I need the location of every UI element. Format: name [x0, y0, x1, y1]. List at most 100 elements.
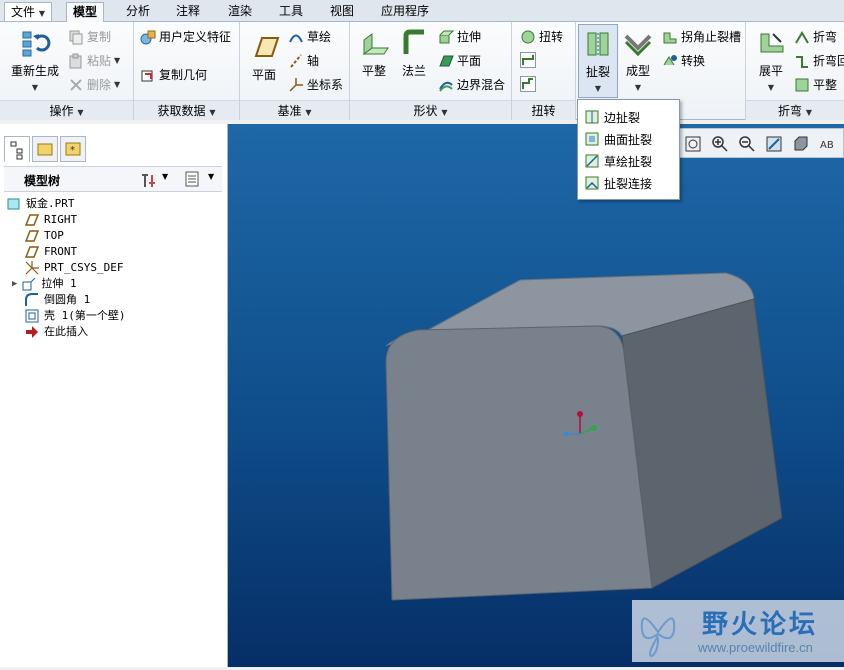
tree-node-csys[interactable]: PRT_CSYS_DEF	[6, 260, 126, 276]
unbend-button[interactable]: 展平 ▼	[750, 28, 792, 93]
tab-analysis[interactable]: 分析	[120, 2, 156, 22]
convert-button[interactable]: 转换	[662, 52, 705, 69]
tree-node-label: 在此插入	[44, 325, 88, 338]
tab-tools[interactable]: 工具	[273, 2, 309, 22]
tree-node-round[interactable]: 倒圆角 1	[6, 292, 126, 308]
bend-button[interactable]: 折弯	[794, 28, 837, 45]
chevron-down-icon[interactable]: ▼	[162, 172, 168, 181]
chevron-down-icon: ▼	[209, 108, 216, 117]
delete-button[interactable]: 删除 ▼	[68, 76, 120, 93]
chevron-down-icon: ▼	[31, 83, 39, 92]
flat-wall-button[interactable]: 平整	[354, 28, 394, 79]
twist-button[interactable]: 扭转	[520, 28, 563, 45]
extend-wall-button[interactable]	[520, 52, 536, 68]
menu-item-edge-rip[interactable]: 边扯裂	[584, 108, 640, 126]
menu-item-surface-rip[interactable]: 曲面扯裂	[584, 130, 652, 148]
tab-apps[interactable]: 应用程序	[375, 2, 435, 22]
chevron-down-icon[interactable]: ▼	[208, 172, 214, 181]
menu-item-sketch-rip[interactable]: 草绘扯裂	[584, 152, 652, 170]
menu-item-rip-connect[interactable]: 扯裂连接	[584, 174, 652, 192]
tree-node-right[interactable]: RIGHT	[6, 212, 126, 228]
datum-plane-label: 平面	[251, 68, 276, 82]
watermark-title: 野火论坛	[702, 610, 819, 640]
display-style-icon[interactable]	[791, 134, 811, 154]
datum-plane-icon	[24, 228, 40, 244]
unbend-icon	[755, 28, 787, 58]
csys-button[interactable]: 坐标系	[288, 76, 343, 93]
group-getdata: 用户定义特征 复制几何 获取数据 ▼	[134, 22, 240, 120]
group-shapes-label[interactable]: 形状 ▼	[350, 100, 511, 120]
tree-node-label: 拉伸 1	[41, 277, 77, 290]
tab-view[interactable]: 视图	[324, 2, 360, 22]
tree-node-insert-here[interactable]: 在此插入	[6, 324, 126, 340]
rip-connect-icon	[584, 175, 600, 191]
extrude-button[interactable]: 拉伸	[438, 28, 481, 45]
copy-button[interactable]: 复制	[68, 28, 111, 45]
zoom-out-icon[interactable]	[737, 134, 757, 154]
group-twist-label[interactable]: 扭转	[512, 100, 575, 120]
paste-button[interactable]: 粘贴 ▼	[68, 52, 120, 69]
repaint-icon[interactable]	[764, 134, 784, 154]
group-getdata-label[interactable]: 获取数据 ▼	[134, 100, 239, 120]
zoom-in-icon[interactable]	[710, 134, 730, 154]
insert-arrow-icon	[24, 324, 40, 340]
datum-plane-icon	[24, 244, 40, 260]
axis-button[interactable]: 轴	[288, 52, 319, 69]
axis-icon	[288, 53, 304, 69]
tab-favorites[interactable]: *	[60, 136, 86, 162]
rip-button[interactable]: 扯裂 ▼	[578, 24, 618, 98]
datum-plane-button[interactable]: 平面	[244, 32, 284, 83]
tab-file-label: 文件	[11, 5, 36, 19]
tree-node-front[interactable]: FRONT	[6, 244, 126, 260]
graphics-viewport[interactable]	[228, 124, 844, 667]
copy-label: 复制	[87, 30, 112, 44]
expand-icon[interactable]: ▶	[12, 276, 17, 292]
group-operations-label[interactable]: 操作 ▼	[0, 100, 133, 120]
flatten-button[interactable]: 平整	[794, 76, 837, 93]
form-button[interactable]: 成型 ▼	[618, 28, 658, 93]
csys-label: 坐标系	[307, 78, 344, 92]
group-operations-title: 操作	[49, 104, 74, 118]
csys-icon	[24, 260, 40, 276]
tree-node-shell[interactable]: 壳 1(第一个壁)	[6, 308, 126, 324]
tab-model-tree[interactable]	[4, 136, 30, 162]
extrude-icon	[21, 276, 37, 292]
tree-node-label: 钣金.PRT	[26, 197, 75, 210]
corner-relief-button[interactable]: 拐角止裂槽	[662, 28, 741, 45]
show-list-icon[interactable]	[184, 170, 200, 191]
tab-annotate[interactable]: 注释	[170, 2, 206, 22]
refit-icon[interactable]	[683, 134, 703, 154]
menu-item-label: 扯裂连接	[604, 176, 653, 191]
copy-geometry-button[interactable]: 复制几何	[140, 66, 207, 83]
tab-file[interactable]: 文件 ▼	[4, 2, 52, 22]
tab-render[interactable]: 渲染	[222, 2, 258, 22]
twist-icon	[520, 29, 536, 45]
tree-node-top[interactable]: TOP	[6, 228, 126, 244]
udf-button[interactable]: 用户定义特征	[140, 28, 231, 45]
bend-label: 折弯	[813, 30, 838, 44]
plane-wall-icon	[438, 53, 454, 69]
settings-icon[interactable]	[140, 171, 160, 192]
tab-model[interactable]: 模型	[66, 2, 105, 23]
sketch-button[interactable]: 草绘	[288, 28, 331, 45]
regenerate-icon	[19, 28, 51, 58]
group-getdata-title: 获取数据	[157, 104, 206, 118]
regenerate-button[interactable]: 重新生成 ▼	[6, 28, 64, 93]
tab-folder-browser[interactable]	[32, 136, 58, 162]
annotation-display-icon[interactable]: AB	[818, 134, 838, 154]
group-bend-label[interactable]: 折弯 ▼	[746, 100, 844, 120]
part-model[interactable]	[228, 124, 844, 667]
group-datum-label[interactable]: 基准 ▼	[240, 100, 349, 120]
navigator-tabs: *	[4, 136, 86, 162]
extend-wall-icon	[520, 52, 536, 68]
rip-icon	[582, 29, 614, 59]
bend-back-button[interactable]: 折弯回	[794, 52, 844, 69]
boundary-blend-button[interactable]: 边界混合	[438, 76, 505, 93]
plane-wall-button[interactable]: 平面	[438, 52, 481, 69]
tree-node-root[interactable]: 钣金.PRT	[6, 196, 126, 212]
tree-node-extrude[interactable]: ▶ 拉伸 1	[6, 276, 126, 292]
join-walls-button[interactable]	[520, 76, 536, 92]
chevron-down-icon: ▼	[114, 80, 121, 89]
copy-icon	[68, 29, 84, 45]
flange-button[interactable]: 法兰	[394, 28, 434, 79]
